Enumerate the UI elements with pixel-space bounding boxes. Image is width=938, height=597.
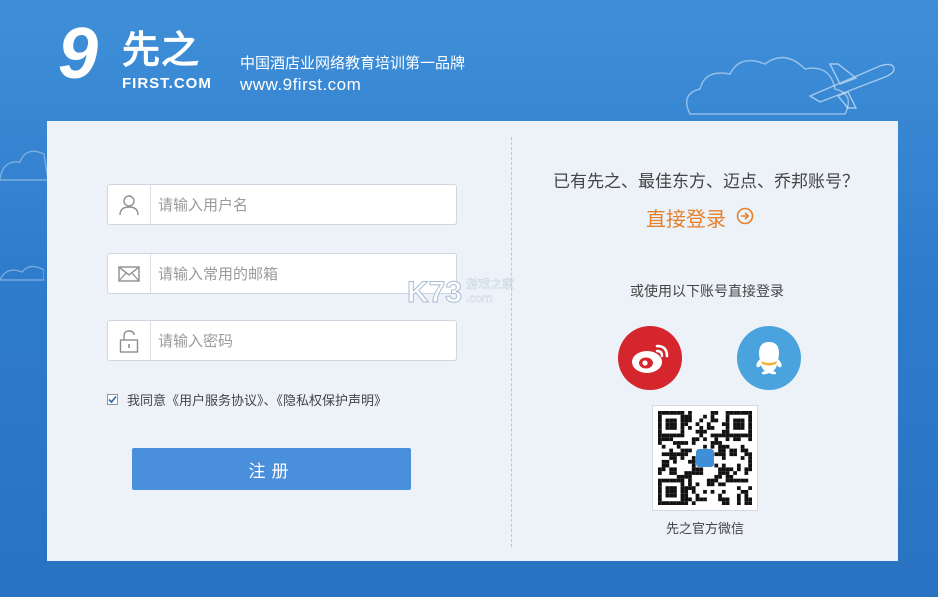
existing-account-prompt: 已有先之、最佳东方、迈点、乔邦账号？ [553,172,859,192]
arrow-right-circle-icon [736,206,754,230]
envelope-icon [108,254,151,293]
qr-code-icon [658,411,752,505]
privacy-link[interactable]: 《隐私权保护声明》 [277,394,388,409]
agreement-checkbox[interactable] [107,393,118,405]
logo-nine: 9 [58,14,99,94]
agreement-row: 我同意《用户服务协议》、《隐私权保护声明》 [107,389,387,409]
qq-login-button[interactable] [737,326,801,390]
qr-caption: 先之官方微信 [665,522,744,537]
watermark-side: 游戏之家 .com [466,277,514,305]
cloud-decoration-icon [0,150,48,181]
header: 9 先之 FIRST.COM 中国酒店业网络教育培训第一品牌 www.9firs… [0,0,938,281]
wechat-qr-code [652,405,758,511]
watermark-main: K73 [406,276,463,309]
direct-login-link[interactable]: 直接登录 [646,203,754,232]
register-button[interactable]: 注册 [132,448,411,490]
site-url: www.9first.com [240,75,362,94]
weibo-login-button[interactable] [618,326,682,390]
logo-chinese-name: 先之 [122,28,201,72]
username-input[interactable] [158,185,448,224]
cloud-decoration-icon [0,265,44,281]
username-field[interactable] [107,184,457,225]
qq-icon [756,342,782,375]
lock-icon [108,321,151,360]
watermark-com: .com [466,291,493,305]
brand-slogan: 中国酒店业网络教育培训第一品牌 [240,54,466,72]
agreement-text: 我同意《用户服务协议》、《隐私权保护声明》 [127,390,387,409]
user-icon [108,185,151,224]
agreement-separator: 、 [263,393,277,409]
email-input[interactable] [158,254,448,293]
watermark-cn: 游戏之家 [466,277,515,291]
terms-link[interactable]: 《用户服务协议》 [166,394,264,409]
register-panel: 我同意《用户服务协议》、《隐私权保护声明》 注册 已有先之、最佳东方、迈点、乔邦… [47,121,898,561]
airplane-icon [808,63,895,109]
weibo-icon [632,344,669,373]
logo-domain: FIRST.COM [122,75,212,92]
email-field[interactable] [107,253,457,294]
logo[interactable]: 9 先之 FIRST.COM [58,18,228,100]
alternative-login-label: 或使用以下账号直接登录 [630,284,784,300]
site-watermark: K73 游戏之家 .com [406,276,514,309]
checkmark-icon [108,395,117,403]
direct-login-label: 直接登录 [646,207,726,231]
password-input[interactable] [158,321,448,360]
password-field[interactable] [107,320,457,361]
agreement-prefix: 我同意 [127,393,167,409]
panel-divider [511,137,512,547]
